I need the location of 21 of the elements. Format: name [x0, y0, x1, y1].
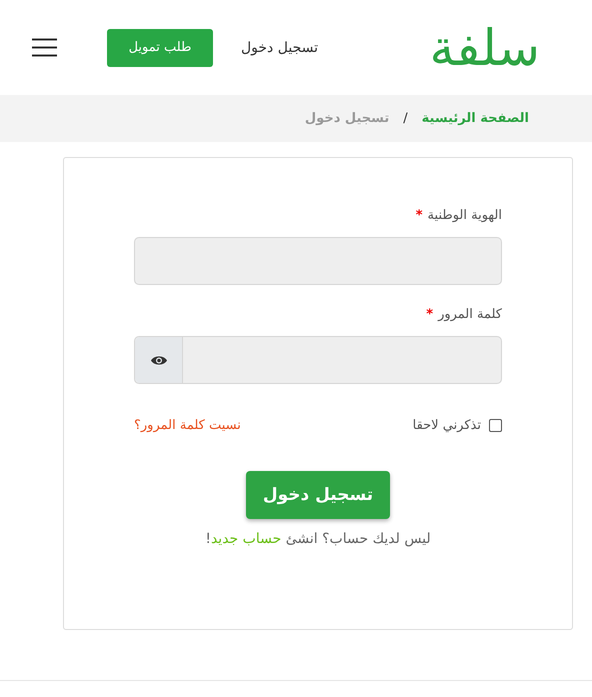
required-mark: *: [426, 307, 434, 322]
signup-text: ليس لديك حساب؟ انشئ حساب جديد!: [204, 531, 432, 547]
checkbox[interactable]: [489, 419, 502, 432]
logo[interactable]: سلفة: [429, 22, 540, 72]
breadcrumb-item[interactable]: تسجيل دخول: [304, 111, 390, 126]
forgot-password-link[interactable]: نسيت كلمة المرور؟: [134, 418, 241, 433]
field-label: كلمة المرور: [438, 307, 502, 322]
remember-label: تذكرني لاحقا: [412, 418, 481, 433]
id-field[interactable]: [134, 237, 502, 285]
eye-icon: [150, 354, 166, 366]
login-button[interactable]: تسجيل دخول: [246, 471, 390, 519]
field-label: الهوية الوطنية: [428, 208, 502, 223]
password-field[interactable]: [134, 336, 502, 384]
login-link[interactable]: تسجيل دخول: [241, 40, 318, 56]
finance-request-button[interactable]: طلب تمويل: [107, 28, 213, 66]
menu-icon[interactable]: [32, 38, 57, 57]
breadcrumb-separator: /: [403, 111, 408, 126]
show-password-button[interactable]: [135, 337, 183, 383]
required-mark: *: [416, 208, 423, 223]
signup-link[interactable]: حساب جديد: [210, 531, 282, 547]
breadcrumb-item[interactable]: الصفحة الرئيسية: [422, 111, 529, 126]
